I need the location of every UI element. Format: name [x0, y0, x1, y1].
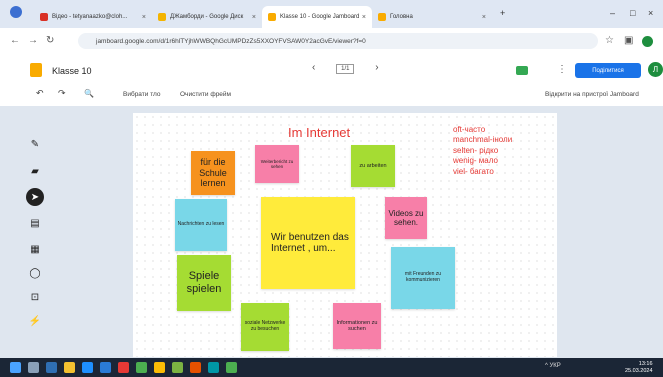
jamboard-canvas[interactable]: Im Internet oft-часто manchmal-іноли sel… — [133, 113, 557, 357]
app-icon[interactable] — [172, 362, 183, 373]
redo-icon[interactable]: ↷ — [58, 88, 66, 99]
close-tab-icon[interactable]: × — [252, 14, 256, 21]
bookmark-star-icon[interactable]: ☆ — [605, 35, 614, 46]
sticky-note[interactable]: für die Schule lernen — [191, 151, 235, 195]
sticky-note[interactable]: mit Freunden zu kommunizieren — [391, 247, 455, 309]
vocab-item: selten- рідко — [453, 145, 499, 155]
minimize-icon[interactable]: – — [610, 8, 615, 18]
back-icon[interactable]: ← — [10, 35, 20, 46]
task-view-icon[interactable] — [46, 362, 57, 373]
classroom-icon — [378, 13, 386, 21]
vocab-item: wenig- мало — [453, 156, 498, 166]
sticky-note-main[interactable]: Wir benutzen das Internet , um... — [261, 197, 355, 289]
close-tab-icon[interactable]: × — [362, 14, 366, 21]
sticky-note-icon[interactable]: ▤ — [26, 214, 44, 232]
address-bar-row: ← → ↻ jamboard.google.com/d/1r6hlTYjhWWB… — [0, 28, 663, 54]
search-icon[interactable] — [28, 362, 39, 373]
canvas-toolbar: ↶ ↷ 🔍 Вибрати тло Очистити фрейм Відкрит… — [0, 86, 663, 106]
select-icon[interactable]: ➤ — [26, 188, 44, 206]
maximize-icon[interactable]: □ — [630, 8, 635, 18]
vocab-item: manchmal-іноли — [453, 135, 513, 145]
edge-icon[interactable] — [82, 362, 93, 373]
browser-tab-3-active[interactable]: Klasse 10 - Google Jamboard × — [262, 6, 372, 28]
profile-icon[interactable] — [642, 36, 653, 47]
frame-indicator[interactable]: 1/1 — [336, 64, 355, 74]
youtube-icon — [40, 13, 48, 21]
clear-frame-button[interactable]: Очистити фрейм — [180, 91, 231, 98]
app-icon[interactable] — [136, 362, 147, 373]
pen-icon[interactable]: ✎ — [26, 135, 44, 153]
undo-icon[interactable]: ↶ — [36, 88, 44, 99]
laser-icon[interactable]: ⚡ — [26, 312, 44, 330]
meet-icon[interactable] — [516, 66, 528, 75]
sticky-note[interactable]: Spiele spielen — [177, 255, 231, 311]
forward-icon[interactable]: → — [28, 35, 38, 46]
browser-tab-4[interactable]: Головна × — [372, 6, 492, 28]
drawing-tools-panel: ✎ ▰ ➤ ▤ ▦ ◯ ⊡ ⚡ — [26, 130, 44, 340]
sticky-note[interactable]: soziale Netzwerke zu besuchen — [241, 303, 289, 351]
reload-icon[interactable]: ↻ — [46, 35, 54, 46]
app-icon[interactable] — [208, 362, 219, 373]
new-tab-button[interactable]: + — [500, 8, 505, 18]
vocab-item: viel- багато — [453, 166, 494, 176]
tab-label: ДЖамборди - Google Диск — [170, 14, 244, 20]
next-frame-icon[interactable]: › — [375, 62, 378, 73]
choose-background-button[interactable]: Вибрати тло — [123, 91, 161, 98]
sticky-note[interactable]: Informationen zu suchen — [333, 303, 381, 349]
frame-navigator: ‹ 1/1 › — [312, 62, 379, 74]
share-button[interactable]: Поділитися — [575, 63, 641, 78]
chrome-icon[interactable] — [154, 362, 165, 373]
jamboard-icon — [268, 13, 276, 21]
sticky-note[interactable]: Nachrichten zu lesen — [175, 199, 227, 251]
date: 25.03.2024 — [625, 367, 653, 374]
tab-label: Klasse 10 - Google Jamboard — [280, 14, 360, 20]
vocab-item: oft-часто — [453, 125, 486, 134]
eraser-icon[interactable]: ▰ — [26, 162, 44, 180]
close-tab-icon[interactable]: × — [482, 14, 486, 21]
text-box-icon[interactable]: ⊡ — [26, 288, 44, 306]
open-on-device-button[interactable]: Відкрити на пристрої Jamboard — [545, 91, 639, 98]
drive-icon — [158, 13, 166, 21]
zoom-icon[interactable]: 🔍 — [84, 89, 94, 98]
jamboard-logo-icon — [30, 63, 42, 77]
app-icon[interactable] — [190, 362, 201, 373]
shape-circle-icon[interactable]: ◯ — [26, 264, 44, 282]
url-text: jamboard.google.com/d/1r6hlTYjhWWBQhGcUM… — [96, 37, 366, 45]
board-title: Im Internet — [288, 125, 351, 140]
app-icon[interactable] — [118, 362, 129, 373]
tab-search-icon[interactable] — [10, 6, 22, 18]
jamboard-header: Klasse 10 ‹ 1/1 › ⋮ Поділитися Л — [0, 54, 663, 87]
share-label: Поділитися — [592, 67, 624, 74]
sticky-note[interactable]: Weiterbericht zu sehen — [255, 145, 299, 183]
store-icon[interactable] — [100, 362, 111, 373]
lang-indicator[interactable]: УКР — [550, 363, 561, 369]
tab-label: Відео - tetyanaazko@cloh... — [52, 14, 128, 20]
url-field[interactable]: jamboard.google.com/d/1r6hlTYjhWWBQhGcUM… — [78, 33, 598, 49]
system-tray[interactable]: ^ УКР — [545, 363, 561, 369]
windows-taskbar: ^ УКР 13:16 25.03.2024 — [0, 358, 663, 377]
close-window-icon[interactable]: × — [648, 8, 653, 18]
windows-start-icon[interactable] — [10, 362, 21, 373]
browser-tab-2[interactable]: ДЖамборди - Google Диск × — [152, 6, 262, 28]
document-title[interactable]: Klasse 10 — [52, 66, 92, 76]
clock[interactable]: 13:16 25.03.2024 — [625, 361, 653, 374]
tray-up-icon[interactable]: ^ — [545, 363, 548, 369]
app-icon[interactable] — [226, 362, 237, 373]
prev-frame-icon[interactable]: ‹ — [312, 62, 315, 73]
add-image-icon[interactable]: ▦ — [26, 240, 44, 258]
browser-tab-bar: Відео - tetyanaazko@cloh... × ДЖамборди … — [0, 0, 663, 28]
vocab-list: oft-часто manchmal-іноли selten- рідко w… — [453, 125, 512, 177]
tab-label: Головна — [390, 14, 413, 20]
sticky-note[interactable]: Videos zu sehen. — [385, 197, 427, 239]
avatar[interactable]: Л — [648, 62, 663, 77]
time: 13:16 — [638, 361, 653, 367]
extension-icon[interactable]: ▣ — [624, 35, 633, 46]
more-options-icon[interactable]: ⋮ — [557, 64, 567, 75]
sticky-note[interactable]: zu arbeiten — [351, 145, 395, 187]
browser-tab-1[interactable]: Відео - tetyanaazko@cloh... × — [34, 6, 152, 28]
file-explorer-icon[interactable] — [64, 362, 75, 373]
close-tab-icon[interactable]: × — [142, 14, 146, 21]
